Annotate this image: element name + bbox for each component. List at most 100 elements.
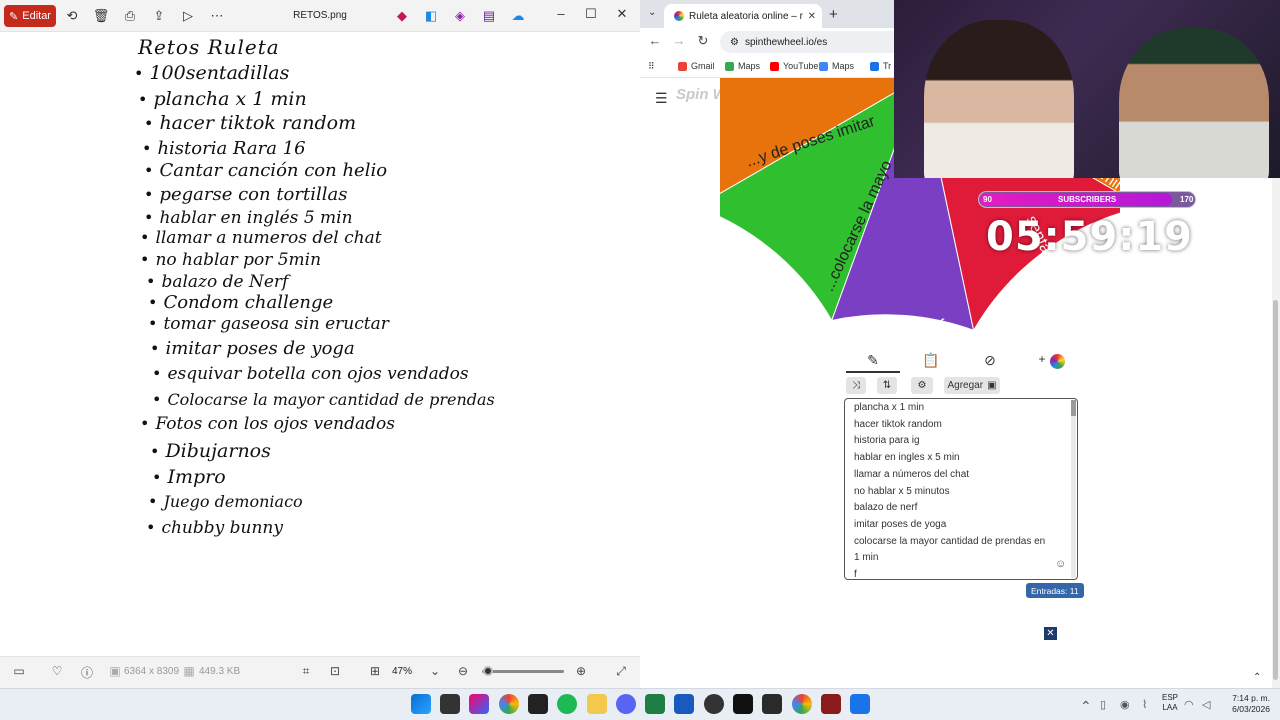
hidden-icons-chevron-icon[interactable]: ⌃ <box>1080 698 1092 715</box>
streamer-left <box>924 20 1074 178</box>
minimize-icon[interactable]: – <box>550 6 572 26</box>
shuffle-button[interactable]: ⤨ <box>846 377 866 394</box>
zoom-slider[interactable] <box>482 670 564 673</box>
obs-icon[interactable] <box>704 694 724 714</box>
browser-tab[interactable]: Ruleta aleatoria online – ruleta ✕ <box>664 4 822 28</box>
clock[interactable]: 7:14 p. m. 6/03/2026 <box>1224 693 1270 715</box>
chrome-2-icon[interactable] <box>792 694 812 714</box>
word-icon[interactable] <box>674 694 694 714</box>
sort-button[interactable]: ⇅ <box>877 377 897 394</box>
photos-taskbar-icon[interactable] <box>850 694 870 714</box>
entry-line[interactable]: f <box>854 569 857 580</box>
page-scrollbar-thumb[interactable] <box>1273 300 1278 680</box>
menu-icon[interactable]: ☰ <box>655 90 668 107</box>
discord-icon[interactable] <box>616 694 636 714</box>
copilot-icon[interactable]: ◆ <box>392 6 412 26</box>
entry-line[interactable]: llamar a números del chat <box>854 469 969 480</box>
reload-icon[interactable]: ↻ <box>695 33 711 49</box>
chevron-up-icon[interactable]: ⌃ <box>1253 672 1261 683</box>
bookmark-item[interactable]: Gmail <box>678 61 715 71</box>
mic-icon[interactable]: ⌇ <box>1142 698 1147 711</box>
file-title: RETOS.png <box>293 10 347 21</box>
clipchamp-icon[interactable]: ◈ <box>450 6 470 26</box>
ad-close-icon[interactable]: ✕ <box>1044 627 1057 640</box>
task-view-icon[interactable] <box>440 694 460 714</box>
site-info-icon[interactable]: ⚙ <box>730 37 739 48</box>
shuffle-icon: ⤨ <box>852 380 860 391</box>
bookmark-favicon-icon <box>725 61 734 71</box>
results-icon[interactable]: 📋 <box>919 352 943 369</box>
file-explorer-icon[interactable] <box>587 694 607 714</box>
edit-button[interactable]: ✎ Editar <box>4 5 56 27</box>
bookmark-item[interactable]: YouTube <box>770 61 818 71</box>
zoom-out-icon[interactable]: ⊖ <box>454 664 472 680</box>
entry-line[interactable]: hablar en ingles x 5 min <box>854 452 960 463</box>
language-indicator[interactable]: ESP LAA <box>1162 693 1178 713</box>
back-icon[interactable]: ← <box>647 33 663 48</box>
editor-icon[interactable]: ▤ <box>479 6 499 26</box>
address-bar[interactable]: ⚙ spinthewheel.io/es <box>720 31 920 53</box>
maximize-icon[interactable]: ☐ <box>580 6 602 26</box>
favorite-icon[interactable]: ♡ <box>48 664 66 680</box>
new-tab-icon[interactable]: + <box>829 6 838 23</box>
network-icon[interactable]: ◉ <box>1120 698 1130 711</box>
tab-close-icon[interactable]: ✕ <box>808 11 822 22</box>
palette-icon[interactable] <box>1050 354 1065 369</box>
bookmark-item[interactable]: Tr <box>870 61 891 71</box>
emoji-icon[interactable]: ☺ <box>1055 558 1066 570</box>
entry-line[interactable]: plancha x 1 min <box>854 402 924 413</box>
entry-line[interactable]: historia para ig <box>854 435 920 446</box>
entry-line[interactable]: imitar poses de yoga <box>854 519 946 530</box>
designer-icon[interactable]: ◧ <box>421 6 441 26</box>
print-icon[interactable]: ⎙ <box>120 6 140 26</box>
bookmark-item[interactable]: Maps <box>725 61 760 71</box>
entry-line[interactable]: balazo de nerf <box>854 502 917 513</box>
bookmark-item[interactable]: Maps <box>819 61 854 71</box>
settings-button[interactable]: ⚙ <box>911 377 933 394</box>
zoom-in-icon[interactable]: ⊕ <box>572 664 590 680</box>
start-icon[interactable] <box>411 694 431 714</box>
slideshow-icon[interactable]: ▷ <box>178 6 198 26</box>
fit-icon[interactable]: ⊡ <box>326 664 344 680</box>
bookmark-favicon-icon <box>770 61 779 71</box>
entry-line[interactable]: 1 min <box>854 552 878 563</box>
share-icon[interactable]: ⇪ <box>149 6 169 26</box>
crop-icon[interactable]: ⌗ <box>297 664 315 680</box>
volume-icon[interactable]: ◁ <box>1202 698 1210 711</box>
entries-scrollbar[interactable] <box>1071 400 1076 578</box>
battery-icon[interactable]: ▯ <box>1100 698 1106 711</box>
spotify-icon[interactable] <box>557 694 577 714</box>
close-icon[interactable]: ✕ <box>611 6 633 26</box>
image-dimensions: 6364 x 8309 <box>124 666 180 677</box>
forward-icon[interactable]: → <box>671 33 687 48</box>
epic-games-icon[interactable] <box>528 694 548 714</box>
entries-scrollbar-thumb[interactable] <box>1071 400 1076 416</box>
onedrive-icon[interactable]: ☁ <box>508 6 528 26</box>
fullscreen-icon[interactable]: ⤢ <box>612 664 630 680</box>
tab-search-icon[interactable]: ⌄ <box>648 7 656 18</box>
capcut-icon[interactable] <box>733 694 753 714</box>
entry-line[interactable]: colocarse la mayor cantidad de prendas e… <box>854 536 1045 547</box>
actual-size-icon[interactable]: ⊞ <box>366 664 384 680</box>
entry-line[interactable]: no hablar x 5 minutos <box>854 486 950 497</box>
more-options-icon[interactable]: ⋯ <box>207 6 227 26</box>
chrome-icon[interactable] <box>499 694 519 714</box>
info-icon[interactable]: ⓘ <box>78 664 96 680</box>
entry-line[interactable]: hacer tiktok random <box>854 419 942 430</box>
edit-entries-icon[interactable]: ✎ <box>861 352 885 369</box>
stream-app-icon[interactable] <box>821 694 841 714</box>
epic-games-2-icon[interactable] <box>762 694 782 714</box>
zoom-slider-thumb[interactable] <box>483 666 493 676</box>
excel-icon[interactable] <box>645 694 665 714</box>
zoom-level[interactable]: 47% <box>392 666 412 677</box>
copilot-taskbar-icon[interactable] <box>469 694 489 714</box>
chevron-down-icon[interactable]: ⌄ <box>426 664 444 680</box>
note-item: historia Rara 16 <box>142 138 305 159</box>
hide-icon[interactable]: ⊘ <box>978 352 1002 369</box>
rotate-icon[interactable]: ⟲ <box>62 6 82 26</box>
add-image-button[interactable]: Agregar ▣ <box>944 377 1000 394</box>
wifi-icon[interactable]: ◠ <box>1184 698 1194 711</box>
delete-icon[interactable]: 🗑 <box>91 6 111 26</box>
filmstrip-icon[interactable]: ▭ <box>10 664 28 680</box>
apps-icon[interactable]: ⠿ <box>648 61 655 72</box>
